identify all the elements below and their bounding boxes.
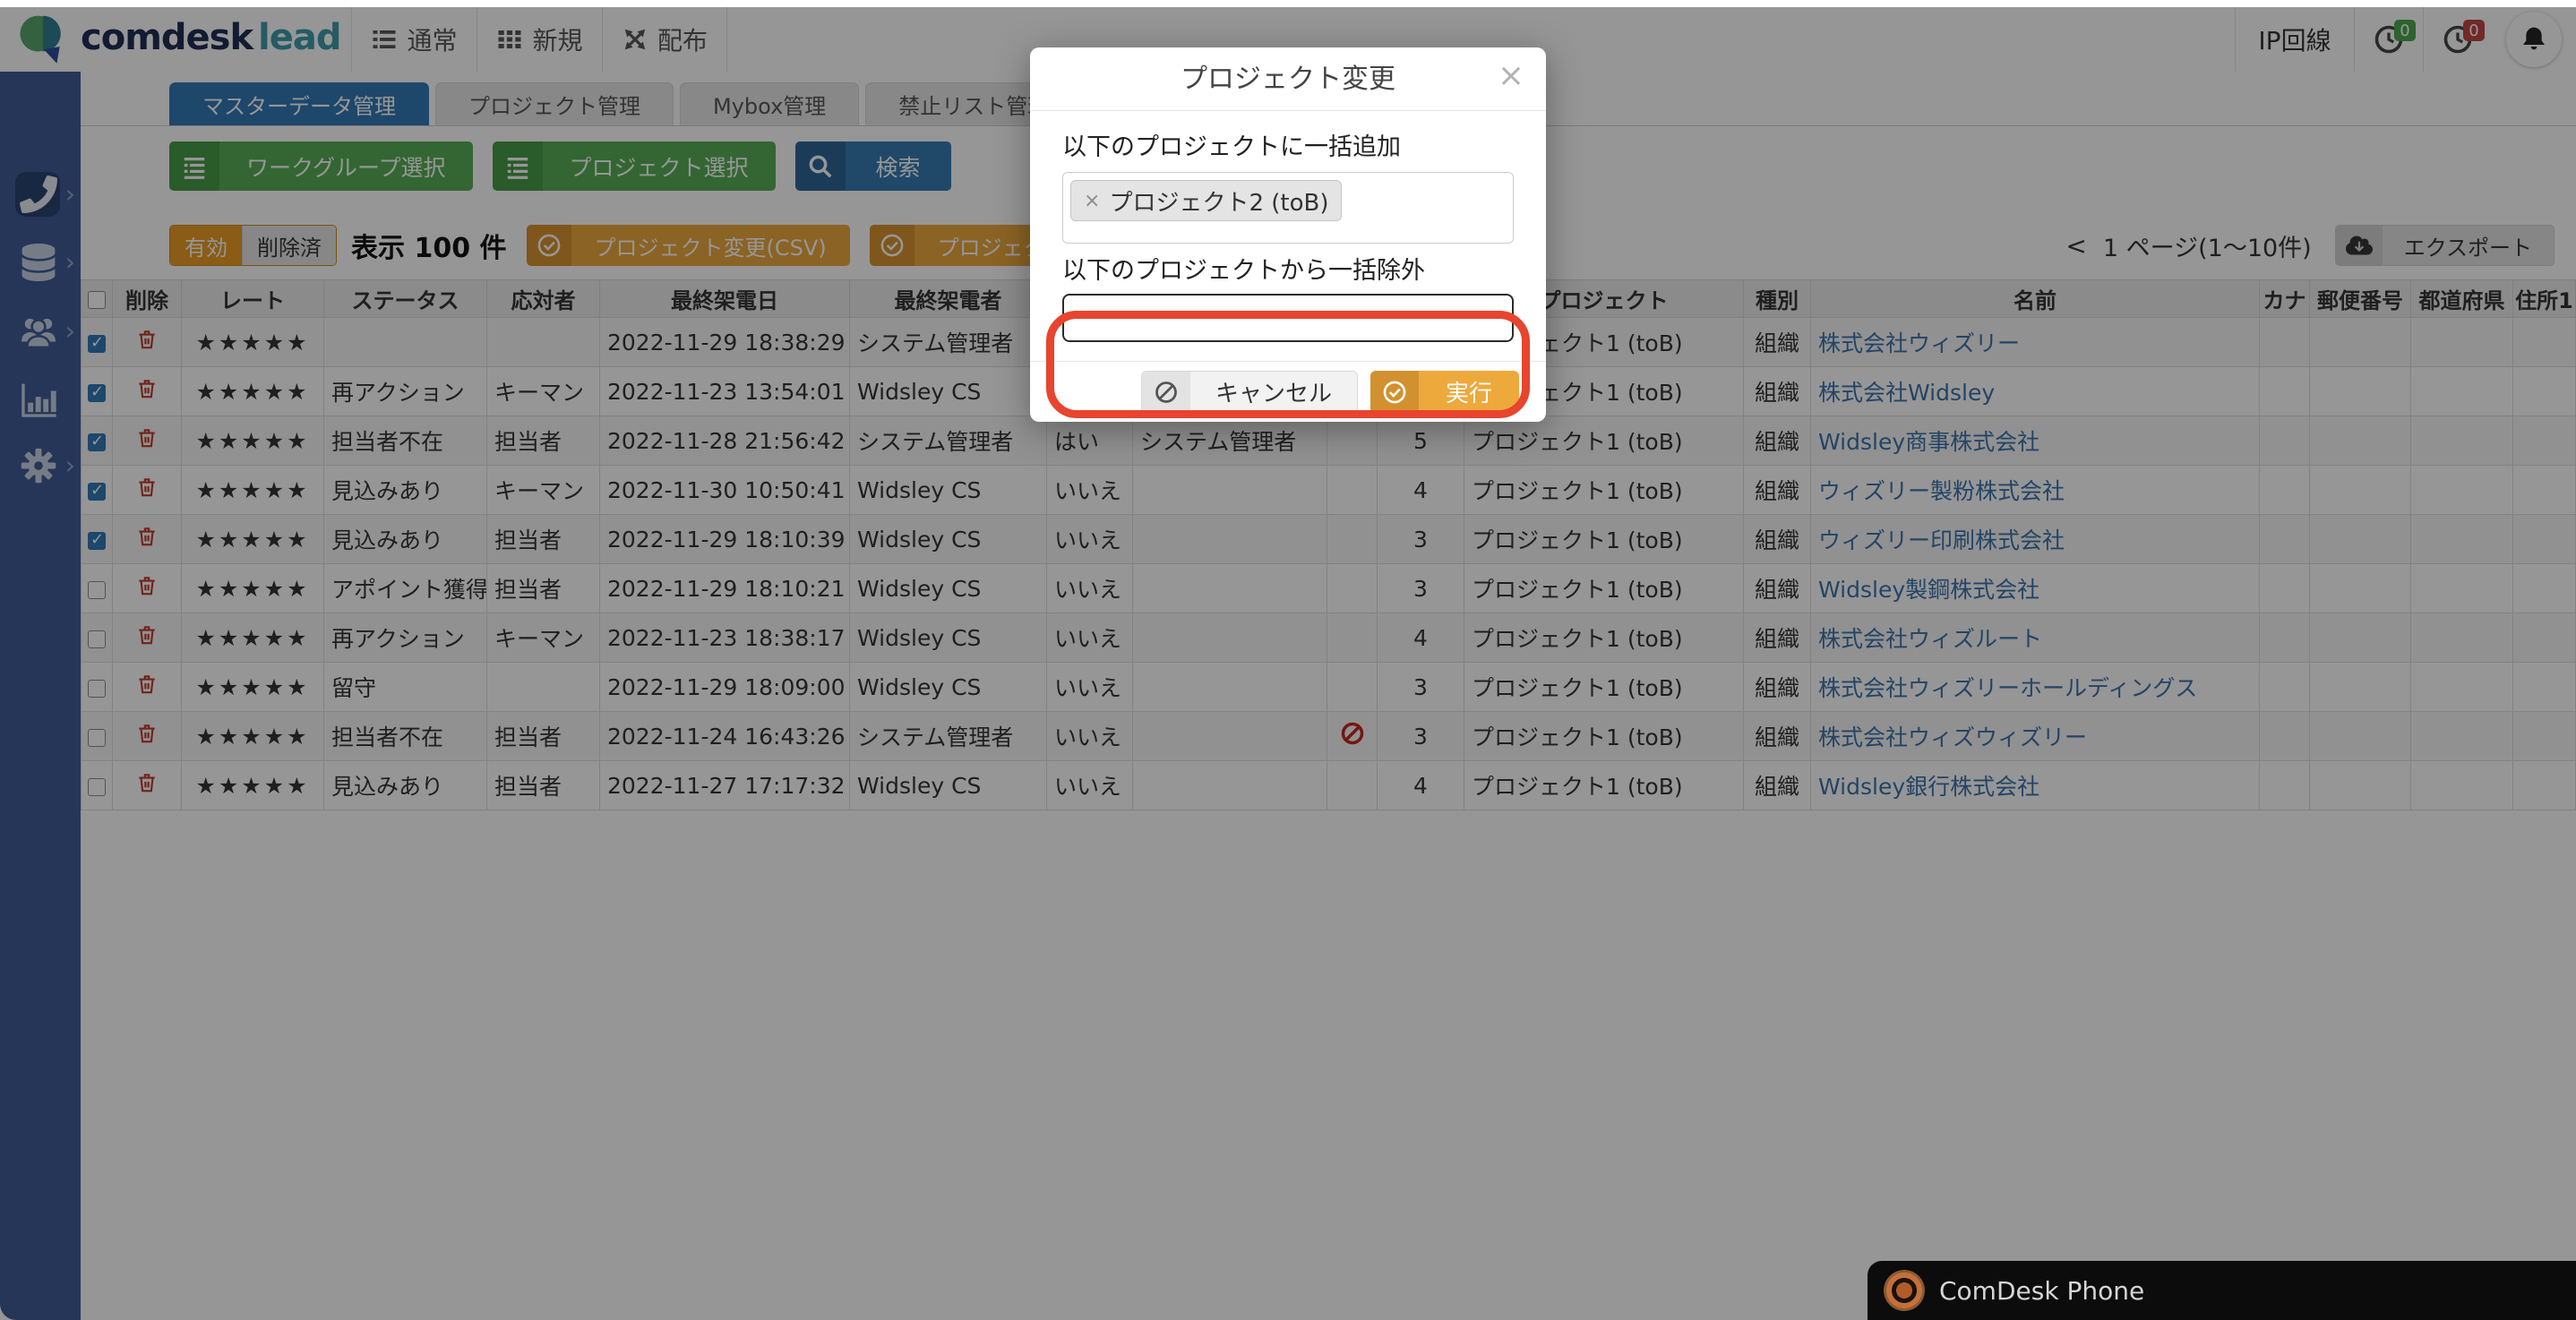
close-icon[interactable]: × xyxy=(1498,60,1524,92)
bulk-add-label: 以下のプロジェクトに一括追加 xyxy=(1062,133,1514,163)
bulk-remove-label: 以下のプロジェクトから一括除外 xyxy=(1062,256,1514,287)
cancel-button[interactable]: キャンセル xyxy=(1141,371,1358,414)
remove-tag-icon[interactable]: × xyxy=(1084,190,1100,212)
execute-button[interactable]: 実行 xyxy=(1370,371,1519,414)
bulk-remove-project-input[interactable] xyxy=(1062,294,1514,342)
execute-label: 実行 xyxy=(1419,371,1519,414)
modal-title: プロジェクト変更 xyxy=(1030,47,1546,111)
modal-body: 以下のプロジェクトに一括追加 × プロジェクト2 (toB) 以下のプロジェクト… xyxy=(1030,111,1546,342)
selected-project-tag: × プロジェクト2 (toB) xyxy=(1070,180,1342,221)
comdesk-phone-label: ComDesk Phone xyxy=(1939,1276,2144,1306)
comdesk-phone-logo-icon xyxy=(1884,1270,1925,1311)
project-change-modal: プロジェクト変更 × 以下のプロジェクトに一括追加 × プロジェクト2 (toB… xyxy=(1030,47,1546,422)
modal-header: プロジェクト変更 × xyxy=(1030,47,1546,111)
page: comdesklead 通常 新規 xyxy=(0,0,2576,1320)
cancel-circle-icon xyxy=(1142,372,1190,413)
comdesk-phone-widget[interactable]: ComDesk Phone xyxy=(1868,1261,2576,1320)
cancel-label: キャンセル xyxy=(1190,372,1357,413)
check-circle-icon xyxy=(1370,371,1419,414)
bulk-add-project-input[interactable]: × プロジェクト2 (toB) xyxy=(1062,172,1514,244)
modal-footer: キャンセル 実行 xyxy=(1030,361,1546,422)
selected-project-tag-label: プロジェクト2 (toB) xyxy=(1109,184,1328,218)
